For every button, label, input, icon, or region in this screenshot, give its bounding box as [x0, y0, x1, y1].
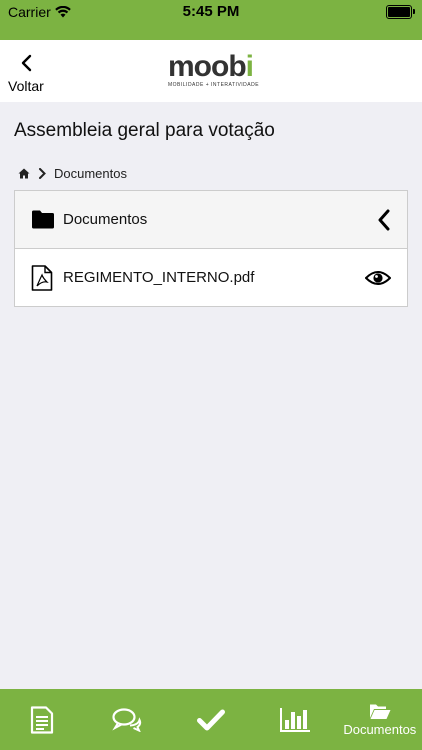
home-icon[interactable]	[18, 168, 30, 179]
logo-tagline: MOBILIDADE + INTERATIVIDADE	[168, 82, 260, 88]
bottom-tab-bar: Documentos	[0, 689, 422, 750]
file-row[interactable]: REGIMENTO_INTERNO.pdf	[15, 248, 407, 306]
tab-documents-label: Documentos	[343, 721, 417, 737]
tab-document[interactable]	[0, 689, 84, 750]
folder-open-icon	[369, 704, 391, 719]
battery-icon	[386, 5, 415, 19]
comments-icon	[111, 707, 141, 732]
moobi-logo: moobi MOBILIDADE + INTERATIVIDADE	[168, 52, 260, 90]
eye-icon[interactable]	[365, 269, 391, 287]
tab-results[interactable]	[253, 689, 337, 750]
tab-vote[interactable]	[169, 689, 253, 750]
app-header: Voltar moobi MOBILIDADE + INTERATIVIDADE	[0, 40, 422, 102]
bar-chart-icon	[280, 707, 311, 732]
file-list: Documentos REGIMENTO_INTERNO.pdf	[14, 190, 408, 307]
folder-row[interactable]: Documentos	[15, 191, 407, 248]
back-label: Voltar	[8, 78, 44, 94]
folder-name: Documentos	[63, 211, 148, 228]
breadcrumb: Documentos	[18, 166, 127, 181]
logo-i: i	[245, 50, 254, 83]
chevron-right-icon	[39, 168, 46, 179]
status-bar: Carrier 5:45 PM	[0, 0, 422, 40]
document-icon	[31, 705, 54, 734]
tab-comments[interactable]	[84, 689, 168, 750]
file-name: REGIMENTO_INTERNO.pdf	[63, 269, 255, 286]
chevron-left-icon	[21, 54, 32, 72]
check-icon	[197, 709, 226, 730]
pdf-file-icon	[31, 264, 53, 291]
folder-icon	[32, 210, 54, 229]
tab-documents[interactable]: Documentos	[338, 689, 422, 750]
page-title: Assembleia geral para votação	[14, 120, 275, 141]
chevron-left-icon[interactable]	[377, 209, 391, 231]
breadcrumb-current: Documentos	[54, 166, 127, 181]
logo-word: moob	[168, 50, 247, 83]
back-button[interactable]: Voltar	[8, 50, 58, 96]
status-time: 5:45 PM	[182, 3, 240, 20]
